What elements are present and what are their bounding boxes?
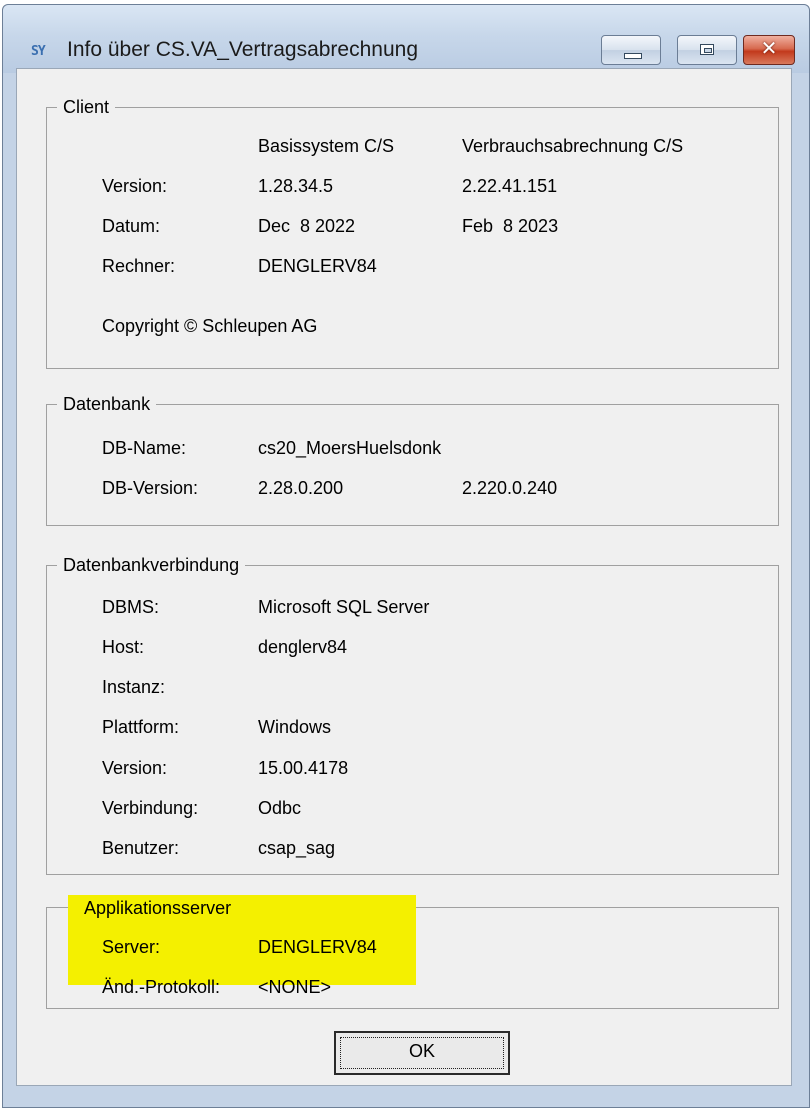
minimize-icon <box>624 53 642 59</box>
client-header-basis: Basissystem C/S <box>258 136 395 156</box>
close-icon: ✕ <box>760 36 778 60</box>
verbindung-label: Verbindung: <box>102 798 199 818</box>
app-icon: SY <box>31 44 46 59</box>
appserver-group-title: Applikationsserver <box>84 898 232 918</box>
client-group-title: Client <box>57 95 116 119</box>
benutzer-value: csap_sag <box>258 838 336 858</box>
server-value: DENGLERV84 <box>258 937 377 957</box>
dbversion-value-1: 2.28.0.200 <box>258 478 344 498</box>
maximize-button[interactable] <box>677 35 737 65</box>
ok-button[interactable]: OK <box>334 1031 510 1075</box>
verbindung-value: Odbc <box>258 798 302 818</box>
client-version-basis: 1.28.34.5 <box>258 176 334 196</box>
host-value: denglerv84 <box>258 637 348 657</box>
plattform-label: Plattform: <box>102 717 180 737</box>
client-datum-basis: Dec 8 2022 <box>258 216 356 236</box>
version-value: 15.00.4178 <box>258 758 349 778</box>
benutzer-label: Benutzer: <box>102 838 180 858</box>
client-rechner-value: DENGLERV84 <box>258 256 377 276</box>
dbversion-value-2: 2.220.0.240 <box>462 478 558 498</box>
dbname-label: DB-Name: <box>102 438 187 458</box>
client-header-verbrauch: Verbrauchsabrechnung C/S <box>462 136 684 156</box>
client-version-label: Version: <box>102 176 168 196</box>
datenbank-group-title: Datenbank <box>57 392 157 416</box>
client-datum-verbrauch: Feb 8 2023 <box>462 216 559 236</box>
verbindung-group-title: Datenbankverbindung <box>57 553 246 577</box>
protokoll-label: Änd.-Protokoll: <box>102 977 221 997</box>
host-label: Host: <box>102 637 145 657</box>
version-label: Version: <box>102 758 168 778</box>
close-button[interactable]: ✕ <box>743 35 795 65</box>
dbms-value: Microsoft SQL Server <box>258 597 430 617</box>
instanz-label: Instanz: <box>102 677 166 697</box>
client-version-verbrauch: 2.22.41.151 <box>462 176 558 196</box>
dbversion-label: DB-Version: <box>102 478 199 498</box>
ok-button-label: OK <box>408 1041 435 1061</box>
dbms-label: DBMS: <box>102 597 160 617</box>
protokoll-value: <NONE> <box>258 977 332 997</box>
datenbank-group: Datenbank <box>46 392 779 526</box>
minimize-button[interactable] <box>601 35 661 65</box>
server-label: Server: <box>102 937 161 957</box>
title-bar[interactable]: SY Info über CS.VA_Vertragsabrechnung ✕ <box>3 5 809 73</box>
client-rechner-label: Rechner: <box>102 256 176 276</box>
client-datum-label: Datum: <box>102 216 161 236</box>
maximize-icon <box>700 44 714 55</box>
copyright-text: Copyright © Schleupen AG <box>102 316 318 336</box>
dbname-value: cs20_MoersHuelsdonk <box>258 438 442 458</box>
window-title: Info über CS.VA_Vertragsabrechnung <box>67 38 419 61</box>
plattform-value: Windows <box>258 717 332 737</box>
